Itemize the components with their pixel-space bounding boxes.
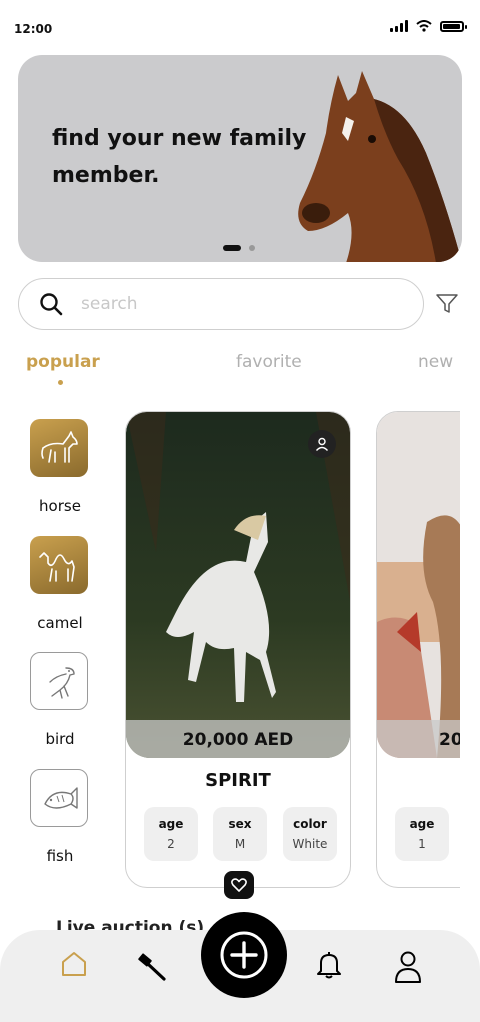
attribute-label: age: [158, 817, 184, 831]
nav-auction[interactable]: [135, 950, 167, 986]
attribute-label: sex: [228, 817, 252, 831]
search-input[interactable]: [79, 293, 383, 315]
category-camel[interactable]: camel: [30, 536, 90, 632]
profile-icon: [395, 951, 421, 983]
add-listing-button[interactable]: [201, 912, 287, 998]
attribute-age: age 2: [144, 807, 198, 861]
home-icon: [62, 952, 86, 976]
nav-home[interactable]: [60, 950, 88, 982]
tab-popular[interactable]: popular: [26, 352, 100, 372]
filter-icon[interactable]: [436, 294, 458, 314]
banner-pagination: [223, 245, 255, 251]
bell-icon: [317, 952, 341, 979]
attribute-value: 2: [167, 837, 175, 851]
heart-icon: [231, 878, 247, 892]
active-tab-indicator: [58, 380, 63, 385]
attribute-value: White: [292, 837, 328, 851]
add-icon: [220, 931, 268, 979]
category-label: fish: [46, 847, 74, 865]
tab-favorite[interactable]: favorite: [236, 352, 302, 372]
nav-profile[interactable]: [393, 950, 423, 988]
pagination-dot-active[interactable]: [223, 245, 241, 251]
fish-icon: [30, 769, 88, 827]
listing-price: 20: [377, 720, 460, 758]
status-time: 12:00: [14, 22, 53, 36]
promo-banner[interactable]: find your new family member.: [18, 55, 462, 262]
attribute-value: 1: [418, 837, 426, 851]
bird-icon: [30, 652, 88, 710]
attribute-age: age 1: [395, 807, 449, 861]
auction-hammer-icon: [138, 953, 166, 981]
category-bird[interactable]: bird: [30, 652, 90, 748]
camel-icon: [30, 536, 88, 594]
listing-card-clip: 20 age 1: [376, 405, 460, 895]
search-bar[interactable]: [18, 278, 424, 330]
attribute-label: color: [293, 817, 327, 831]
listing-image: 20: [377, 412, 460, 758]
attribute-sex: sex M: [213, 807, 267, 861]
category-label: horse: [39, 497, 81, 515]
search-icon: [40, 293, 63, 316]
nav-notifications[interactable]: [315, 950, 343, 984]
category-label: camel: [37, 614, 83, 632]
category-fish[interactable]: fish: [30, 769, 90, 865]
listing-card[interactable]: 20 age 1: [376, 411, 460, 888]
category-label: bird: [45, 730, 75, 748]
tab-new[interactable]: new: [418, 352, 453, 372]
attribute-value: M: [234, 837, 246, 851]
wifi-icon: [416, 20, 432, 32]
battery-icon: [440, 20, 467, 32]
category-horse[interactable]: horse: [30, 419, 90, 515]
banner-headline: find your new family member.: [52, 126, 307, 188]
horse-head-image: [298, 71, 462, 262]
listing-price: 20,000 AED: [126, 720, 350, 758]
attribute-label: age: [409, 817, 435, 831]
attribute-color: color White: [283, 807, 337, 861]
favorite-button[interactable]: [224, 871, 254, 899]
horse-icon: [30, 419, 88, 477]
listing-card[interactable]: 20,000 AED SPIRIT age 2 sex M color Whit…: [125, 411, 351, 888]
pagination-dot[interactable]: [249, 245, 255, 251]
listing-image: 20,000 AED: [126, 412, 350, 758]
listing-name: SPIRIT: [205, 770, 271, 791]
owner-profile-icon[interactable]: [308, 430, 336, 458]
status-icons: [390, 20, 467, 32]
status-bar: 12:00: [0, 0, 480, 48]
signal-icon: [390, 20, 408, 32]
